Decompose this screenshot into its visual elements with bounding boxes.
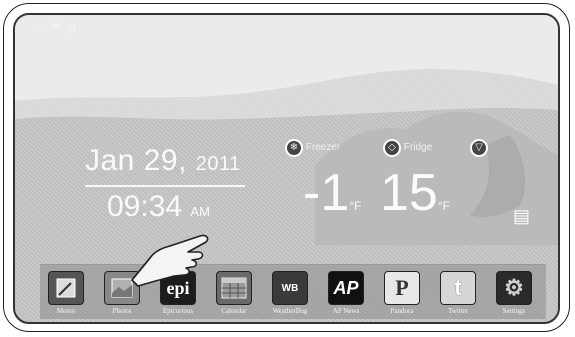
app-label-twitter: Twitter [447,307,469,315]
time-display: 09:34 AM [85,191,245,228]
freezer-icon: ❄ [285,139,303,157]
app-twitter[interactable]: t Twitter [436,271,480,319]
date-display: Jan 29, 2011 [85,145,245,180]
water-group: ▽ [470,139,488,157]
twitter-icon: t [440,271,476,305]
weatherbug-icon: WB [272,271,308,305]
app-label-memo: Memo [56,307,76,315]
pandora-icon: P [384,271,420,305]
freezer-label: Freezer [305,142,341,153]
app-dock: Memo Photos epi Epicurious Calendar WB W… [40,264,546,319]
freezer-label-group: ❄ Freezer [285,139,340,157]
app-label-settings: Settings [502,307,526,315]
app-label-photos: Photos [112,307,132,315]
status-icons: ☼ ☂ ψ [33,19,77,35]
app-calendar[interactable]: Calendar [212,271,256,319]
app-memo[interactable]: Memo [44,271,88,319]
temperature-widget[interactable]: ❄ Freezer ◇ Fridge ▽ -1°F 15°F ▤ [285,137,530,227]
app-label-weatherbug: WeatherBug [272,307,308,315]
water-icon: ▽ [470,139,488,157]
app-label-ap-news: AP News [332,307,360,315]
fridge-temperature: 15°F [380,167,450,232]
pointing-hand-icon [131,234,209,287]
app-weatherbug[interactable]: WB WeatherBug [268,271,312,319]
settings-icon: ⚙ [496,271,532,305]
time-ampm: AM [190,204,210,219]
freezer-temperature: -1°F [303,167,361,232]
clock-widget: Jan 29, 2011 09:34 AM [85,145,245,228]
date-text: Jan 29, [85,144,187,177]
app-label-epicurious: Epicurious [162,307,194,315]
fridge-unit: °F [437,199,450,213]
fridge-value: 15 [380,164,438,222]
app-label-calendar: Calendar [221,307,247,315]
fridge-label: Fridge [403,142,433,153]
fridge-label-group: ◇ Fridge [383,139,432,157]
date-year: 2011 [195,153,241,175]
calendar-icon [216,271,252,305]
memo-icon [48,271,84,305]
app-label-pandora: Pandora [390,307,414,315]
fridge-icon: ◇ [383,139,401,157]
dispenser-icon[interactable]: ▤ [513,206,530,227]
clock-divider [85,185,245,187]
freezer-value: -1 [303,164,350,222]
home-screen: ☼ ☂ ψ Jan 29, 2011 09:34 AM ❄ Freezer ◇ … [13,13,560,324]
freezer-unit: °F [349,199,362,213]
app-pandora[interactable]: P Pandora [380,271,424,319]
time-text: 09:34 [107,190,183,223]
app-ap-news[interactable]: AP AP News [324,271,368,319]
ap-news-icon: AP [328,271,364,305]
app-settings[interactable]: ⚙ Settings [492,271,536,319]
